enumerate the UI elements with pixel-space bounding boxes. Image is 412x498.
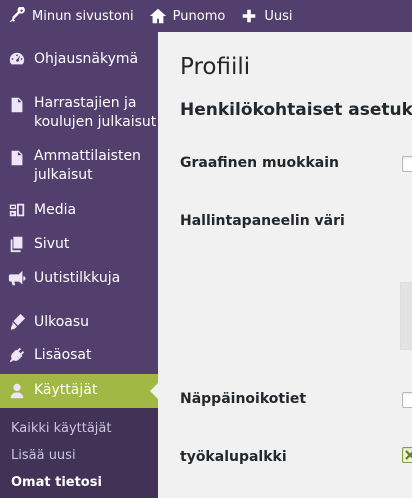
page-title: Profiili (180, 54, 251, 80)
document-icon (7, 95, 27, 115)
menu-appearance[interactable]: Ulkoasu (0, 312, 158, 336)
home-icon (149, 8, 166, 24)
section-title: Henkilökohtaiset asetukset (180, 100, 412, 120)
menu-news-snippets-label: Uutistilkkuja (34, 270, 121, 286)
new-content-label: Uusi (264, 8, 293, 24)
menu-users[interactable]: Käyttäjät (0, 374, 158, 408)
site-name-label: Punomo (172, 8, 226, 24)
toolbar-checkbox[interactable] (402, 447, 412, 463)
dashboard-icon (7, 49, 27, 69)
plugins-icon (7, 345, 27, 365)
admin-toolbar: Minun sivustoni Punomo Uusi (0, 0, 412, 32)
menu-hobbyist-posts[interactable]: Harrastajien ja koulujen julkaisut (0, 94, 158, 136)
submenu-add-new[interactable]: Lisää uusi (11, 448, 76, 463)
submenu-all-users[interactable]: Kaikki käyttäjät (11, 421, 111, 436)
menu-professional-posts[interactable]: Ammattilaisten julkaisut (0, 147, 158, 189)
my-sites-label: Minun sivustoni (32, 8, 134, 24)
menu-media-label: Media (34, 202, 77, 218)
menu-dashboard[interactable]: Ohjausnäkymä (0, 49, 158, 73)
keyboard-shortcuts-checkbox[interactable] (402, 392, 412, 408)
menu-pages[interactable]: Sivut (0, 234, 158, 258)
menu-users-label: Käyttäjät (34, 382, 98, 398)
visual-editor-label: Graafinen muokkain (180, 155, 339, 171)
visual-editor-checkbox[interactable] (402, 156, 412, 172)
checkmark-icon (405, 450, 412, 460)
submenu-your-profile[interactable]: Omat tietosi (11, 475, 102, 490)
menu-dashboard-label: Ohjausnäkymä (34, 51, 139, 67)
toolbar-label: työkalupalkki (180, 449, 287, 465)
site-name-menu[interactable]: Punomo (141, 0, 233, 32)
main-content: Profiili Henkilökohtaiset asetukset Graa… (158, 32, 412, 498)
plus-icon (243, 9, 256, 23)
menu-media[interactable]: Media (0, 200, 158, 224)
media-icon (7, 200, 27, 220)
users-icon (7, 381, 27, 401)
active-indicator-arrow (150, 383, 158, 399)
new-content-menu[interactable]: Uusi (232, 0, 299, 32)
keyboard-shortcuts-label: Näppäinoikotiet (180, 391, 307, 407)
menu-plugins[interactable]: Lisäosat (0, 345, 158, 369)
menu-pages-label: Sivut (34, 236, 70, 252)
menu-news-snippets[interactable]: Uutistilkkuja (0, 268, 158, 292)
admin-color-label: Hallintapaneelin väri (180, 213, 345, 229)
menu-professional-posts-label: Ammattilaisten julkaisut (34, 148, 141, 183)
menu-hobbyist-posts-label: Harrastajien ja koulujen julkaisut (34, 95, 157, 130)
menu-plugins-label: Lisäosat (34, 347, 92, 363)
document-icon (7, 148, 27, 168)
megaphone-icon (7, 268, 27, 288)
users-submenu: Kaikki käyttäjät Lisää uusi Omat tietosi (0, 408, 158, 498)
appearance-icon (7, 312, 27, 332)
pages-icon (7, 234, 27, 254)
key-icon (9, 7, 25, 23)
color-scheme-picker[interactable] (400, 282, 412, 350)
my-sites-menu[interactable]: Minun sivustoni (0, 0, 141, 32)
menu-appearance-label: Ulkoasu (34, 314, 90, 330)
